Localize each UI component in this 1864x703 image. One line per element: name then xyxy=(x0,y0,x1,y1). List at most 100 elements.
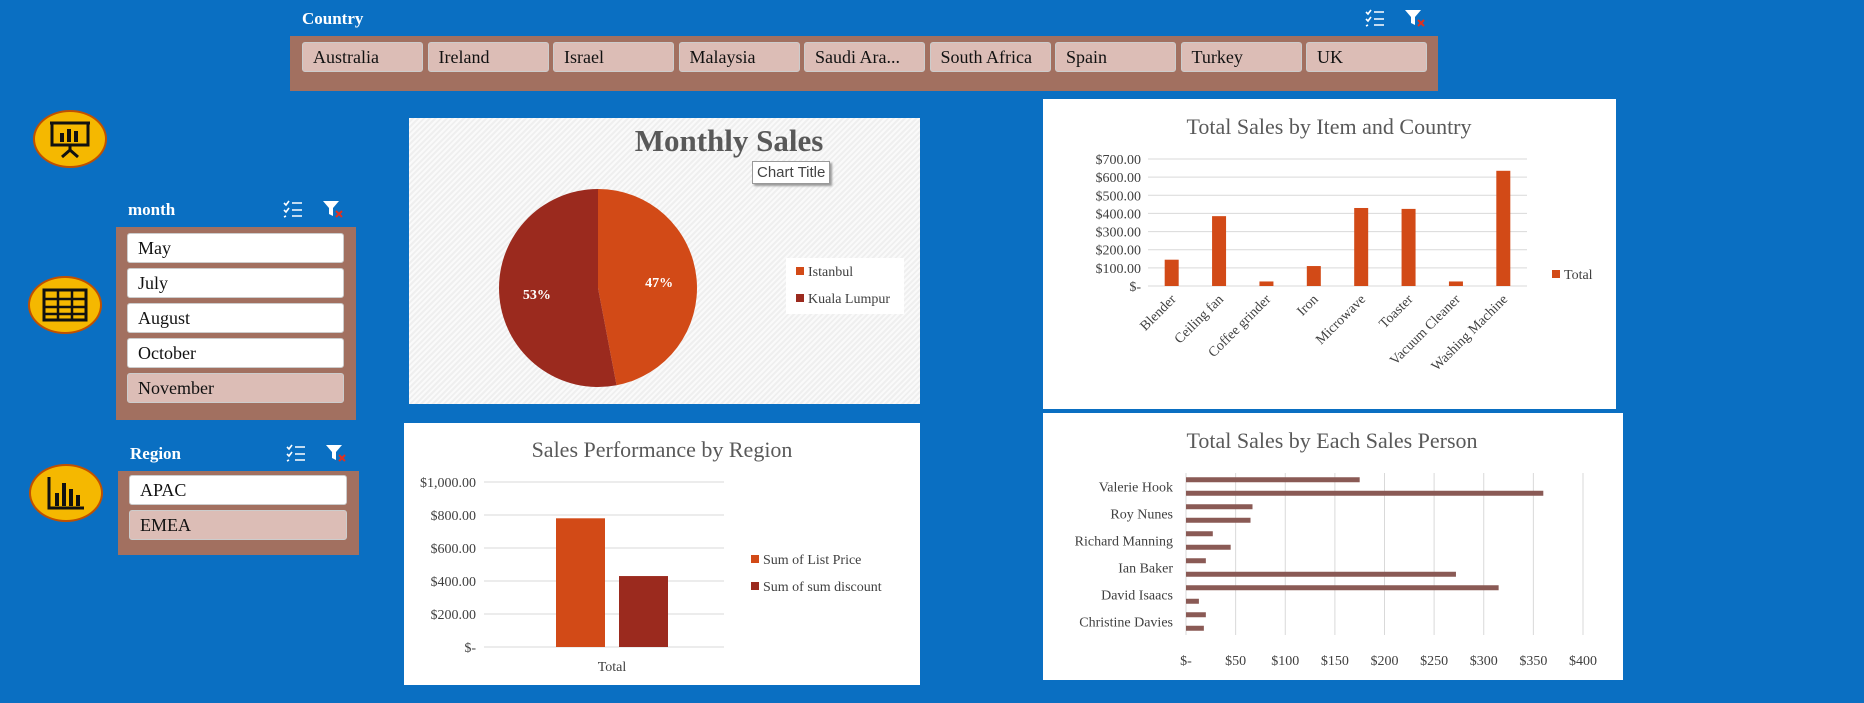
legend-swatch xyxy=(796,294,804,302)
x-tick-label: Total xyxy=(598,660,627,675)
bar xyxy=(1186,504,1253,510)
bar xyxy=(1186,477,1360,483)
legend-swatch xyxy=(796,267,804,275)
y-tick-label: $400.00 xyxy=(431,575,477,590)
country-item-malaysia[interactable]: Malaysia xyxy=(678,42,800,72)
table-icon[interactable] xyxy=(28,276,102,334)
y-tick-label: $600.00 xyxy=(1096,171,1142,186)
chart-title: Monthly Sales xyxy=(635,123,824,158)
bar xyxy=(1186,531,1213,537)
month-item-october[interactable]: October xyxy=(127,338,344,368)
country-item-australia[interactable]: Australia xyxy=(302,42,423,72)
legend-label: Sum of List Price xyxy=(763,553,861,568)
row-label: David Isaacs xyxy=(1101,589,1173,604)
region-item-apac[interactable]: APAC xyxy=(129,475,347,505)
multi-select-icon[interactable] xyxy=(282,199,304,219)
bar xyxy=(1186,612,1206,618)
clear-filter-icon[interactable] xyxy=(322,199,344,219)
x-tick-label: Blender xyxy=(1138,292,1180,334)
bar xyxy=(1448,281,1463,286)
row-label: Christine Davies xyxy=(1079,616,1173,631)
country-slicer: Country Australia Ireland Israel Malaysia Sa… xyxy=(290,2,1438,91)
bar xyxy=(1306,266,1321,286)
legend-label: Istanbul xyxy=(808,265,853,280)
country-slicer-header: Country xyxy=(290,2,1438,36)
chart-title-tooltip: Chart Title xyxy=(752,161,831,184)
y-tick-label: $800.00 xyxy=(431,509,477,524)
legend-swatch xyxy=(751,555,759,563)
y-tick-label: $600.00 xyxy=(431,542,477,557)
month-slicer-title: month xyxy=(128,200,176,219)
x-tick-label: Toaster xyxy=(1377,292,1417,332)
bar xyxy=(1354,207,1369,286)
bar xyxy=(1186,585,1499,591)
month-item-august[interactable]: August xyxy=(127,303,344,333)
bar xyxy=(556,518,605,647)
region-slicer: Region APAC EMEA xyxy=(118,437,359,555)
month-item-november[interactable]: November xyxy=(127,373,344,403)
legend-label: Sum of sum discount xyxy=(763,580,882,595)
country-item-israel[interactable]: Israel xyxy=(553,42,674,72)
bar-chart-icon[interactable] xyxy=(29,464,103,522)
bar xyxy=(1186,490,1544,496)
y-tick-label: $300.00 xyxy=(1096,226,1142,241)
country-item-uk[interactable]: UK xyxy=(1306,42,1427,72)
x-tick-label: Microwave xyxy=(1313,292,1369,348)
legend-label: Kuala Lumpur xyxy=(808,292,890,307)
bar xyxy=(619,576,668,647)
bar xyxy=(1212,216,1227,286)
bar xyxy=(1186,544,1231,550)
country-item-south-africa[interactable]: South Africa xyxy=(929,42,1051,72)
y-tick-label: $- xyxy=(1129,280,1141,295)
x-tick-label: $50 xyxy=(1225,654,1246,669)
row-label: Valerie Hook xyxy=(1099,481,1173,496)
bar xyxy=(1186,625,1204,631)
x-tick-label: $200 xyxy=(1371,654,1399,669)
sales-by-region-chart[interactable]: Sales Performance by Region $- $200.00 $400… xyxy=(404,423,920,685)
pie-chart: Monthly Sales 47% 53% Istanbul Kuala Lumpur xyxy=(498,123,904,387)
legend-swatch xyxy=(1552,270,1560,278)
bar xyxy=(1259,281,1274,286)
month-slicer: month May July August October November xyxy=(116,193,356,420)
country-item-turkey[interactable]: Turkey xyxy=(1180,42,1302,72)
country-slicer-title: Country xyxy=(302,9,364,28)
bar xyxy=(1401,208,1416,286)
month-item-july[interactable]: July xyxy=(127,268,344,298)
country-item-saudi-ara-[interactable]: Saudi Ara... xyxy=(804,42,925,72)
data-label: 47% xyxy=(645,276,673,291)
bar xyxy=(1164,259,1179,286)
multi-select-icon[interactable] xyxy=(285,443,307,463)
region-item-emea[interactable]: EMEA xyxy=(129,510,347,540)
y-tick-label: $500.00 xyxy=(1096,189,1142,204)
y-tick-label: $1,000.00 xyxy=(420,476,476,491)
sales-by-item-chart[interactable]: Total Sales by Item and Country $- $100.00… xyxy=(1043,99,1616,409)
bar xyxy=(1186,558,1206,564)
country-item-ireland[interactable]: Ireland xyxy=(427,42,549,72)
multi-select-icon[interactable] xyxy=(1364,8,1386,28)
x-tick-label: $350 xyxy=(1519,654,1547,669)
row-label: Richard Manning xyxy=(1075,535,1173,550)
bar xyxy=(1496,170,1511,286)
region-slicer-header: Region xyxy=(118,437,359,471)
clear-filter-icon[interactable] xyxy=(1404,8,1426,28)
month-slicer-header: month xyxy=(116,193,356,227)
country-item-spain[interactable]: Spain xyxy=(1055,42,1176,72)
presentation-icon[interactable] xyxy=(33,110,107,168)
item-bar-chart: Total Sales by Item and Country $- $100.00… xyxy=(1096,114,1593,374)
region-slicer-title: Region xyxy=(130,444,181,463)
data-label: 53% xyxy=(523,288,551,303)
y-tick-label: $200.00 xyxy=(431,608,477,623)
month-item-may[interactable]: May xyxy=(127,233,344,263)
y-tick-label: $700.00 xyxy=(1096,153,1142,168)
sales-by-person-chart[interactable]: Total Sales by Each Sales Person $- $50 $10… xyxy=(1043,413,1623,680)
y-tick-label: $400.00 xyxy=(1096,207,1142,222)
chart-title: Total Sales by Each Sales Person xyxy=(1186,428,1477,453)
bar xyxy=(1186,571,1456,577)
row-label: Roy Nunes xyxy=(1110,508,1173,523)
clear-filter-icon[interactable] xyxy=(325,443,347,463)
y-tick-label: $- xyxy=(464,641,476,656)
bar xyxy=(1186,517,1251,523)
chart-title: Total Sales by Item and Country xyxy=(1186,114,1471,139)
x-tick-label: $100 xyxy=(1271,654,1299,669)
monthly-sales-chart[interactable]: Monthly Sales 47% 53% Istanbul Kuala Lumpur … xyxy=(409,118,920,404)
